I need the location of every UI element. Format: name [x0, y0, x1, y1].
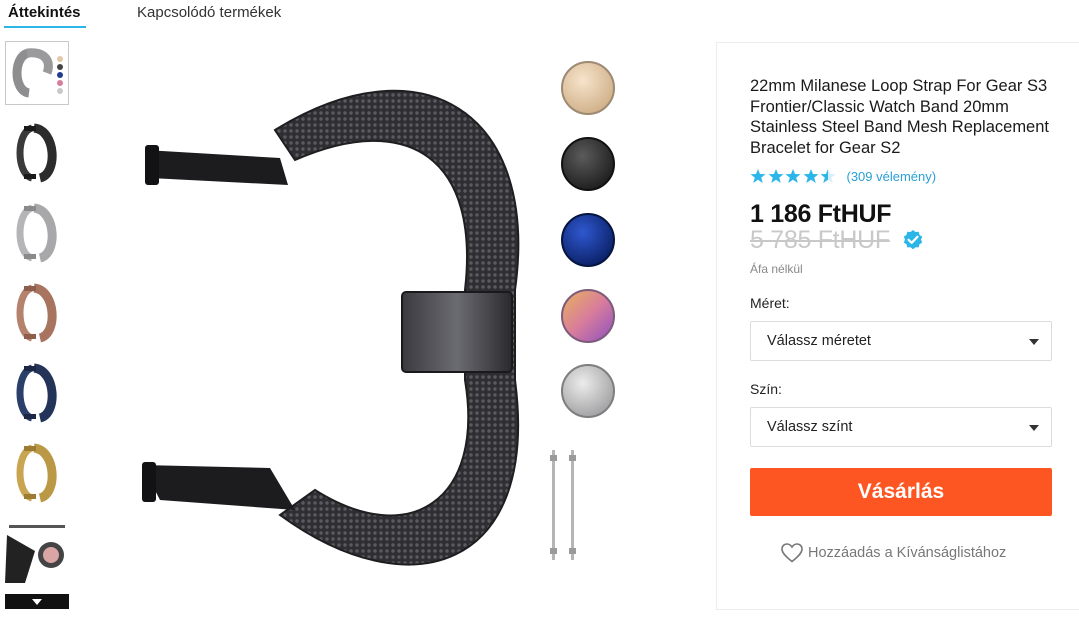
color-select[interactable]: Válassz színt [750, 407, 1052, 447]
rose-gold-band-thumbnail [16, 283, 57, 343]
old-price: 5 785 FtHUF [750, 225, 890, 254]
add-to-wishlist-button[interactable]: Hozzáadás a Kívánságlistához [781, 541, 1006, 565]
heart-icon [781, 543, 803, 563]
buy-button[interactable]: Vásárlás [750, 468, 1052, 516]
product-thumbnail-image [12, 48, 63, 98]
gold-band-thumbnail [16, 443, 57, 503]
silver-band-thumbnail [16, 203, 57, 263]
vat-note: Áfa nélkül [750, 262, 803, 276]
old-price-row: 5 785 FtHUF [750, 226, 924, 254]
main-product-image [120, 50, 640, 595]
tab-bar: Áttekintés Kapcsolódó termékek [0, 0, 1079, 30]
star-full-icon [750, 169, 766, 183]
caret-down-icon [1029, 339, 1039, 345]
size-select-value: Válassz méretet [767, 333, 871, 349]
reviews-link[interactable]: (309 vélemény) [847, 169, 937, 184]
thumbnail-6[interactable] [5, 441, 69, 505]
color-label: Szín: [750, 381, 782, 397]
size-label: Méret: [750, 295, 790, 311]
color-select-value: Válassz színt [767, 419, 853, 435]
tab-related-products[interactable]: Kapcsolódó termékek [137, 4, 281, 21]
thumbnail-2[interactable] [5, 121, 69, 185]
thumbnail-5[interactable] [5, 361, 69, 425]
star-full-icon [803, 169, 818, 183]
swatch-gold [561, 61, 615, 115]
swatch-blue [561, 213, 615, 267]
star-full-icon [785, 169, 801, 183]
caret-down-icon [1029, 425, 1039, 431]
thumbnail-4[interactable] [5, 281, 69, 345]
thumbnail-scroll-down-button[interactable] [5, 594, 69, 609]
chevron-down-icon [32, 598, 42, 605]
thumbnail-1[interactable] [5, 41, 69, 105]
size-select[interactable]: Válassz méretet [750, 321, 1052, 361]
rating-row: (309 vélemény) [750, 167, 936, 185]
blue-band-thumbnail [16, 363, 57, 423]
product-image [142, 61, 615, 566]
star-full-icon [768, 169, 783, 183]
swatch-black [561, 137, 615, 191]
swatch-silver [561, 364, 615, 418]
detail-image-thumbnail [5, 521, 69, 585]
spring-bars [550, 450, 576, 560]
wishlist-label: Hozzáadás a Kívánságlistához [808, 545, 1007, 561]
star-half-icon [820, 169, 836, 183]
swatch-rainbow [561, 289, 615, 343]
thumbnail-7[interactable] [5, 521, 69, 585]
tab-overview[interactable]: Áttekintés [4, 4, 86, 28]
thumbnail-3[interactable] [5, 201, 69, 265]
product-title: 22mm Milanese Loop Strap For Gear S3 Fro… [750, 77, 1049, 157]
verified-check-icon [903, 230, 923, 250]
black-band-thumbnail [16, 123, 57, 183]
product-info-panel: 22mm Milanese Loop Strap For Gear S3 Fro… [716, 42, 1079, 610]
